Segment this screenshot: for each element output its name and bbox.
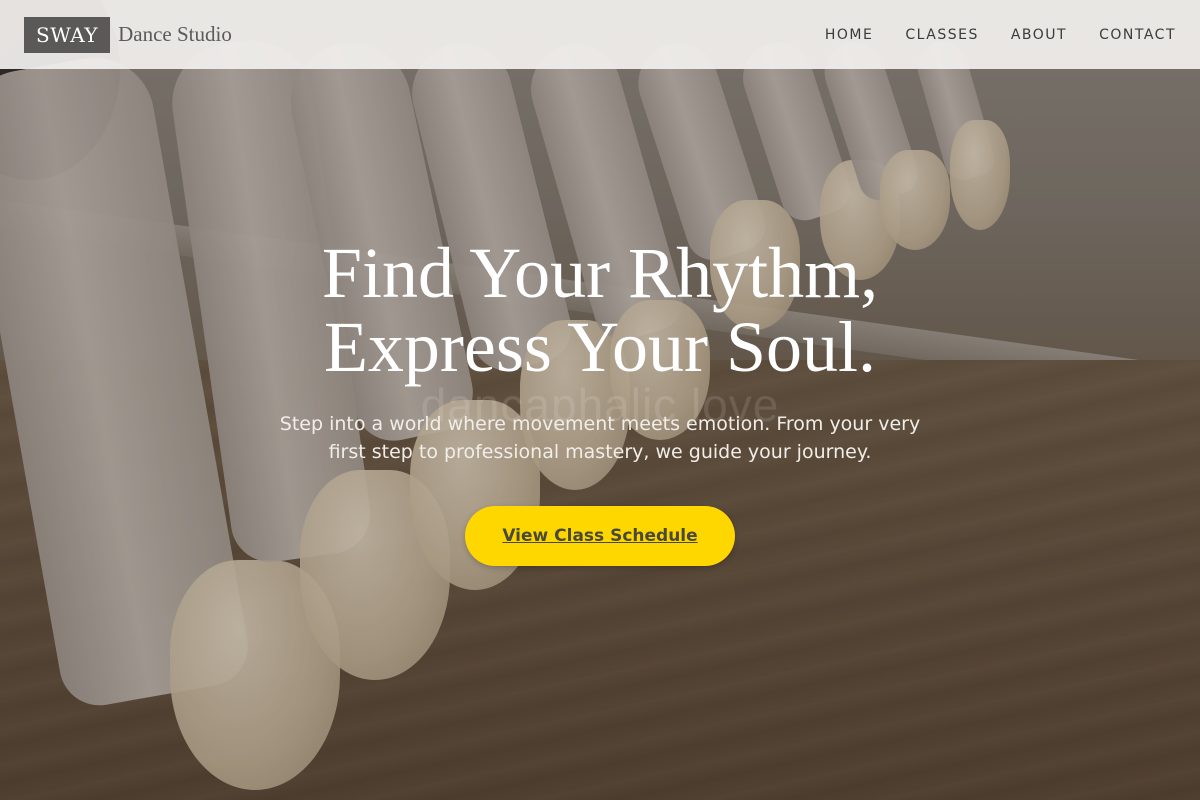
- nav-item-home[interactable]: HOME: [825, 27, 873, 43]
- main-nav: HOME CLASSES ABOUT CONTACT: [825, 27, 1176, 43]
- view-class-schedule-button[interactable]: View Class Schedule: [465, 506, 735, 566]
- logo[interactable]: SWAY: [24, 16, 111, 53]
- nav-item-about[interactable]: ABOUT: [1011, 27, 1067, 43]
- hero-title-line1: Find Your Rhythm,: [321, 233, 879, 313]
- brand[interactable]: SWAY Dance Studio: [24, 16, 232, 53]
- hero-section: Find Your Rhythm, Express Your Soul. Ste…: [0, 236, 1200, 566]
- nav-item-contact[interactable]: CONTACT: [1099, 27, 1176, 43]
- brand-subtitle: Dance Studio: [118, 22, 232, 46]
- site-header: SWAY Dance Studio HOME CLASSES ABOUT CON…: [0, 0, 1200, 69]
- hero-subtitle-line2: first step to professional mastery, we g…: [328, 441, 872, 463]
- hero-title: Find Your Rhythm, Express Your Soul.: [0, 236, 1200, 384]
- hero-subtitle: Step into a world where movement meets e…: [250, 410, 950, 466]
- nav-item-classes[interactable]: CLASSES: [905, 27, 978, 43]
- hero-title-line2: Express Your Soul.: [323, 307, 877, 387]
- hero-subtitle-line1: Step into a world where movement meets e…: [279, 413, 921, 435]
